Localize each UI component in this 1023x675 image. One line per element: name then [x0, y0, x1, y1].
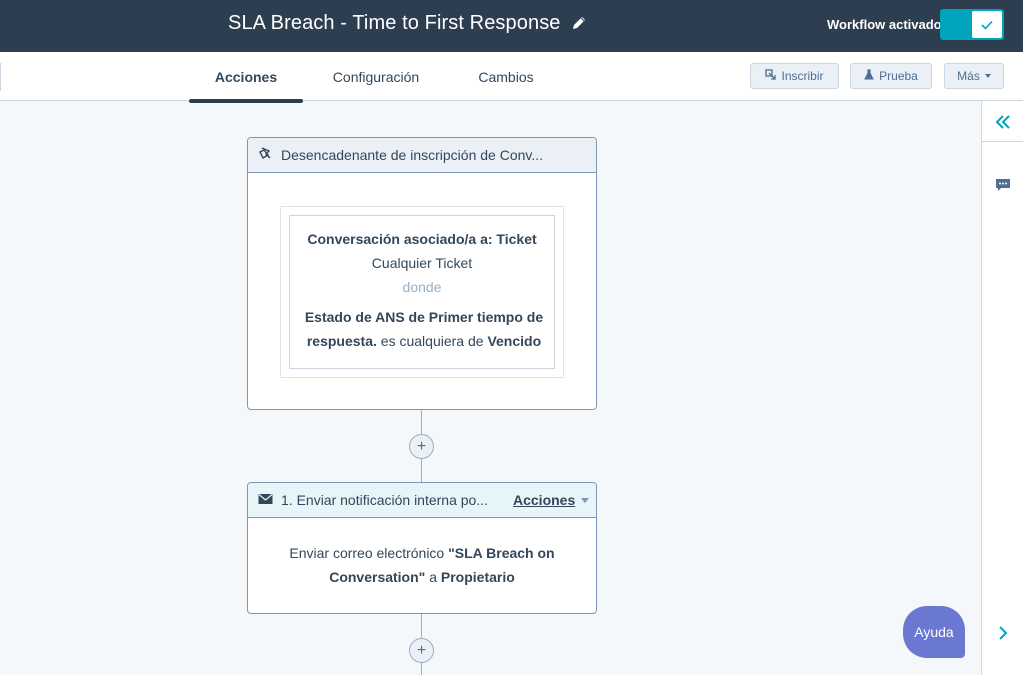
trigger-title: Desencadenante de inscripción de Conv...	[281, 147, 544, 163]
help-button[interactable]: Ayuda	[903, 606, 965, 658]
test-button[interactable]: Prueba	[850, 63, 932, 89]
connector-line	[421, 663, 422, 675]
enroll-button-label: Inscribir	[781, 69, 824, 83]
add-action-button[interactable]: +	[409, 638, 434, 663]
connector-line	[421, 614, 422, 638]
filter-criteria: Conversación asociado/a a: Ticket Cualqu…	[289, 215, 555, 369]
chevron-right-icon[interactable]	[992, 622, 1014, 644]
comment-icon[interactable]	[992, 174, 1014, 196]
action-title: 1. Enviar notificación interna po...	[281, 492, 489, 508]
top-header: SLA Breach - Time to First Response Work…	[0, 0, 1023, 52]
filter-where: donde	[402, 279, 442, 295]
filter-operator: es cualquiera de	[376, 333, 488, 349]
action-card[interactable]: 1. Enviar notificación interna po... Acc…	[247, 482, 597, 614]
more-dropdown-button[interactable]: Más	[944, 63, 1004, 89]
filter-condition: Estado de ANS de Primer tiempo de respue…	[302, 305, 546, 353]
action-menu-dropdown[interactable]: Acciones	[513, 492, 590, 508]
more-button-label: Más	[957, 69, 980, 83]
test-button-label: Prueba	[879, 69, 918, 83]
tab-bar: Acciones Configuración Cambios Inscribir…	[0, 52, 1023, 103]
double-chevron-left-icon[interactable]	[992, 111, 1014, 133]
recipient: Propietario	[440, 569, 515, 585]
action-description: Enviar correo electrónico "SLA Breach on…	[268, 541, 576, 589]
enroll-button[interactable]: Inscribir	[750, 63, 839, 89]
filter-value: Vencido	[487, 333, 542, 349]
flask-icon	[864, 69, 874, 83]
envelope-icon	[258, 492, 273, 508]
action-body-prefix: Enviar correo electrónico	[289, 545, 449, 561]
divider	[0, 63, 1, 91]
add-action-button[interactable]: +	[409, 434, 434, 459]
action-body-mid: a	[425, 569, 441, 585]
trigger-icon	[258, 146, 273, 164]
enrollment-trigger-card[interactable]: Desencadenante de inscripción de Conv...…	[247, 137, 597, 410]
caret-down-icon	[581, 497, 590, 503]
caret-down-icon	[984, 74, 991, 78]
filter-object: Cualquier Ticket	[371, 255, 473, 271]
trigger-card-header: Desencadenante de inscripción de Conv...	[248, 138, 596, 173]
pencil-icon[interactable]	[570, 14, 588, 32]
connector-line	[421, 410, 422, 434]
filter-association: Conversación asociado/a a: Ticket	[307, 231, 537, 247]
tab-cambios[interactable]: Cambios	[466, 52, 546, 101]
tab-acciones[interactable]: Acciones	[189, 52, 303, 103]
divider	[982, 141, 1023, 142]
workflow-title[interactable]: SLA Breach - Time to First Response	[228, 12, 561, 35]
connector-line	[421, 459, 422, 482]
tab-configuracion[interactable]: Configuración	[322, 52, 430, 101]
check-icon	[972, 11, 1002, 38]
right-side-panel	[981, 101, 1023, 675]
workflow-activation-toggle[interactable]	[940, 9, 1004, 40]
filter-group: Conversación asociado/a a: Ticket Cualqu…	[280, 206, 564, 378]
action-menu-label: Acciones	[513, 492, 576, 508]
workflow-status-label: Workflow activado	[827, 17, 942, 32]
enroll-icon	[765, 69, 777, 83]
